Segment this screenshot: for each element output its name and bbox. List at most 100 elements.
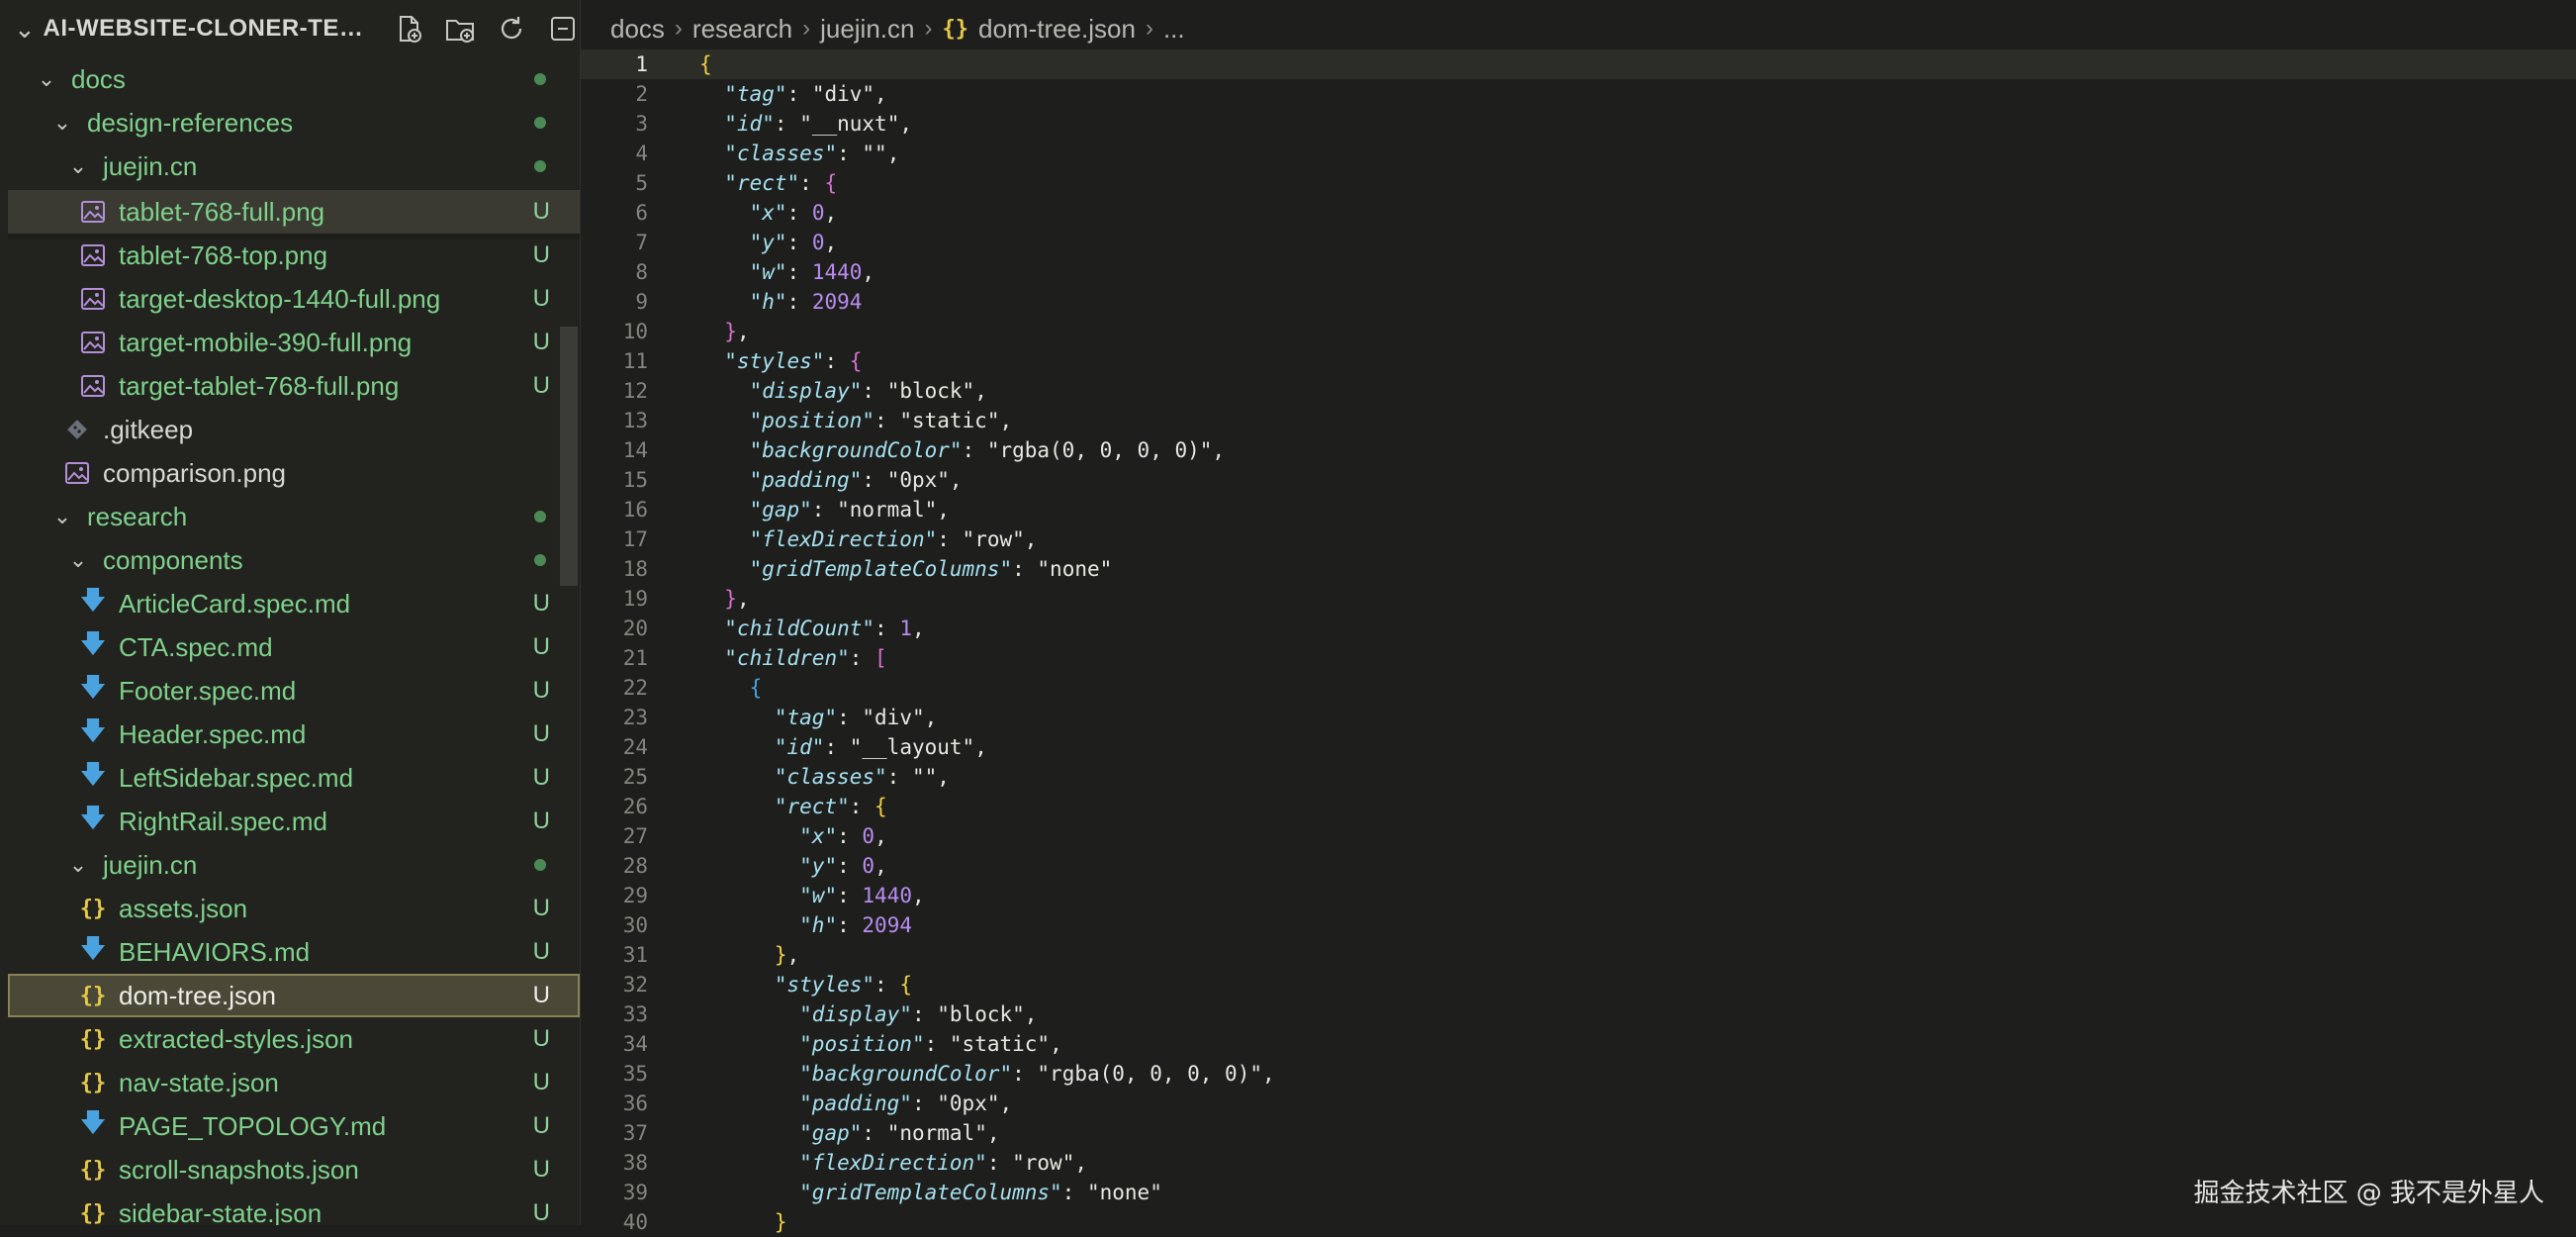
tree-file-assets-json[interactable]: {} assets.json U [8,887,580,930]
refresh-icon[interactable] [495,12,528,46]
tree-folder-research[interactable]: ⌄ research [8,495,580,538]
code-line[interactable]: 35 "backgroundColor": "rgba(0, 0, 0, 0)"… [581,1059,2576,1089]
image-file-icon [79,332,107,353]
git-status-untracked: U [532,633,550,660]
code-line[interactable]: 36 "padding": "0px", [581,1089,2576,1118]
tree-file-rightrail-spec[interactable]: 🡇 RightRail.spec.md U [8,800,580,843]
chevron-down-icon[interactable]: ⌄ [14,14,44,45]
code-line[interactable]: 16 "gap": "normal", [581,495,2576,524]
code-line[interactable]: 34 "position": "static", [581,1029,2576,1059]
git-status-untracked: U [532,372,550,399]
line-number: 3 [635,112,648,136]
sidebar-scrollbar[interactable] [560,327,578,586]
markdown-icon: 🡇 [79,585,107,615]
code-text: "w": 1440, [799,884,925,907]
markdown-icon: 🡇 [79,628,107,658]
tree-item-label: juejin.cn [103,849,198,880]
tree-item-label: BEHAVIORS.md [119,936,311,967]
tree-file-header-spec[interactable]: 🡇 Header.spec.md U [8,713,580,756]
tree-file-target-desktop[interactable]: target-desktop-1440-full.png U [8,277,580,321]
code-line[interactable]: 23 "tag": "div", [581,703,2576,732]
markdown-icon: 🡇 [79,715,107,745]
code-line[interactable]: 30 "h": 2094 [581,910,2576,940]
tree-item-label: Header.spec.md [119,718,307,749]
code-line[interactable]: 18 "gridTemplateColumns": "none" [581,554,2576,584]
breadcrumb-item-research[interactable]: research [692,14,792,45]
code-line[interactable]: 10 }, [581,317,2576,346]
tree-file-dom-tree-json[interactable]: {} dom-tree.json U [8,974,580,1017]
tree-item-label: tablet-768-top.png [119,239,328,270]
tree-file-tablet-768-full[interactable]: tablet-768-full.png U [8,190,580,234]
code-line[interactable]: 40 } [581,1207,2576,1237]
tree-folder-juejin-cn-research[interactable]: ⌄ juejin.cn [8,843,580,887]
tree-item-label: target-desktop-1440-full.png [119,283,441,314]
line-number: 22 [622,676,648,700]
code-line[interactable]: 8 "w": 1440, [581,257,2576,287]
tree-folder-design-references[interactable]: ⌄ design-references [8,101,580,144]
code-line[interactable]: 14 "backgroundColor": "rgba(0, 0, 0, 0)"… [581,435,2576,465]
code-line[interactable]: 11 "styles": { [581,346,2576,376]
tree-file-scroll-snapshots-json[interactable]: {} scroll-snapshots.json U [8,1148,580,1191]
code-line[interactable]: 28 "y": 0, [581,851,2576,881]
new-file-icon[interactable] [392,12,425,46]
code-line[interactable]: 37 "gap": "normal", [581,1118,2576,1148]
image-file-icon [79,201,107,223]
code-line[interactable]: 15 "padding": "0px", [581,465,2576,495]
tree-file-footer-spec[interactable]: 🡇 Footer.spec.md U [8,669,580,713]
tree-file-page-topology-md[interactable]: 🡇 PAGE_TOPOLOGY.md U [8,1104,580,1148]
code-line[interactable]: 29 "w": 1440, [581,881,2576,910]
code-line[interactable]: 20 "childCount": 1, [581,614,2576,643]
code-line[interactable]: 12 "display": "block", [581,376,2576,406]
code-line[interactable]: 33 "display": "block", [581,999,2576,1029]
tree-file-gitkeep[interactable]: .gitkeep [8,408,580,451]
code-text: "padding": "0px", [749,468,963,492]
json-file-icon: {} [79,983,107,1008]
tree-file-nav-state-json[interactable]: {} nav-state.json U [8,1061,580,1104]
code-line[interactable]: 13 "position": "static", [581,406,2576,435]
code-line[interactable]: 17 "flexDirection": "row", [581,524,2576,554]
chevron-right-icon: › [674,15,683,42]
code-line[interactable]: 3 "id": "__nuxt", [581,109,2576,139]
tree-folder-components[interactable]: ⌄ components [8,538,580,582]
code-line[interactable]: 5 "rect": { [581,168,2576,198]
code-line[interactable]: 19 }, [581,584,2576,614]
code-line[interactable]: 9 "h": 2094 [581,287,2576,317]
workspace-title[interactable]: AI-WEBSITE-CLONER-TEM... [44,15,374,43]
code-line[interactable]: 1{ [581,49,2576,79]
breadcrumb-item-file[interactable]: dom-tree.json [978,14,1136,45]
tree-item-label: extracted-styles.json [119,1023,353,1054]
tree-folder-docs[interactable]: ⌄ docs [8,57,580,101]
code-line[interactable]: 31 }, [581,940,2576,970]
tree-file-tablet-768-top[interactable]: tablet-768-top.png U [8,234,580,277]
tree-file-articlecard-spec[interactable]: 🡇 ArticleCard.spec.md U [8,582,580,625]
tree-file-comparison[interactable]: comparison.png [8,451,580,495]
code-line[interactable]: 21 "children": [ [581,643,2576,673]
code-line[interactable]: 24 "id": "__layout", [581,732,2576,762]
code-line[interactable]: 32 "styles": { [581,970,2576,999]
new-folder-icon[interactable] [443,12,477,46]
collapse-all-icon[interactable] [546,12,580,46]
watermark: 掘金技术社区 @ 我不是外星人 [2193,1179,2544,1208]
tree-folder-juejin-cn[interactable]: ⌄ juejin.cn [8,144,580,188]
editor-pane: docs › research › juejin.cn › {} dom-tre… [581,0,2576,1234]
tree-file-behaviors-md[interactable]: 🡇 BEHAVIORS.md U [8,930,580,974]
code-line[interactable]: 25 "classes": "", [581,762,2576,792]
tree-file-target-tablet[interactable]: target-tablet-768-full.png U [8,364,580,408]
breadcrumb-item-juejin[interactable]: juejin.cn [820,14,914,45]
code-line[interactable]: 4 "classes": "", [581,139,2576,168]
code-line[interactable]: 27 "x": 0, [581,821,2576,851]
code-line[interactable]: 7 "y": 0, [581,228,2576,257]
tree-file-sidebar-state-json[interactable]: {} sidebar-state.json U [8,1191,580,1226]
breadcrumb-item-docs[interactable]: docs [610,14,665,45]
line-number: 25 [622,765,648,789]
tree-file-cta-spec[interactable]: 🡇 CTA.spec.md U [8,625,580,669]
breadcrumb-item-symbols[interactable]: ... [1163,14,1185,45]
git-status-untracked: U [532,241,550,268]
code-line[interactable]: 22 { [581,673,2576,703]
code-line[interactable]: 2 "tag": "div", [581,79,2576,109]
code-line[interactable]: 6 "x": 0, [581,198,2576,228]
tree-file-leftsidebar-spec[interactable]: 🡇 LeftSidebar.spec.md U [8,756,580,800]
code-line[interactable]: 26 "rect": { [581,792,2576,821]
tree-file-target-mobile[interactable]: target-mobile-390-full.png U [8,321,580,364]
tree-file-extracted-styles-json[interactable]: {} extracted-styles.json U [8,1017,580,1061]
